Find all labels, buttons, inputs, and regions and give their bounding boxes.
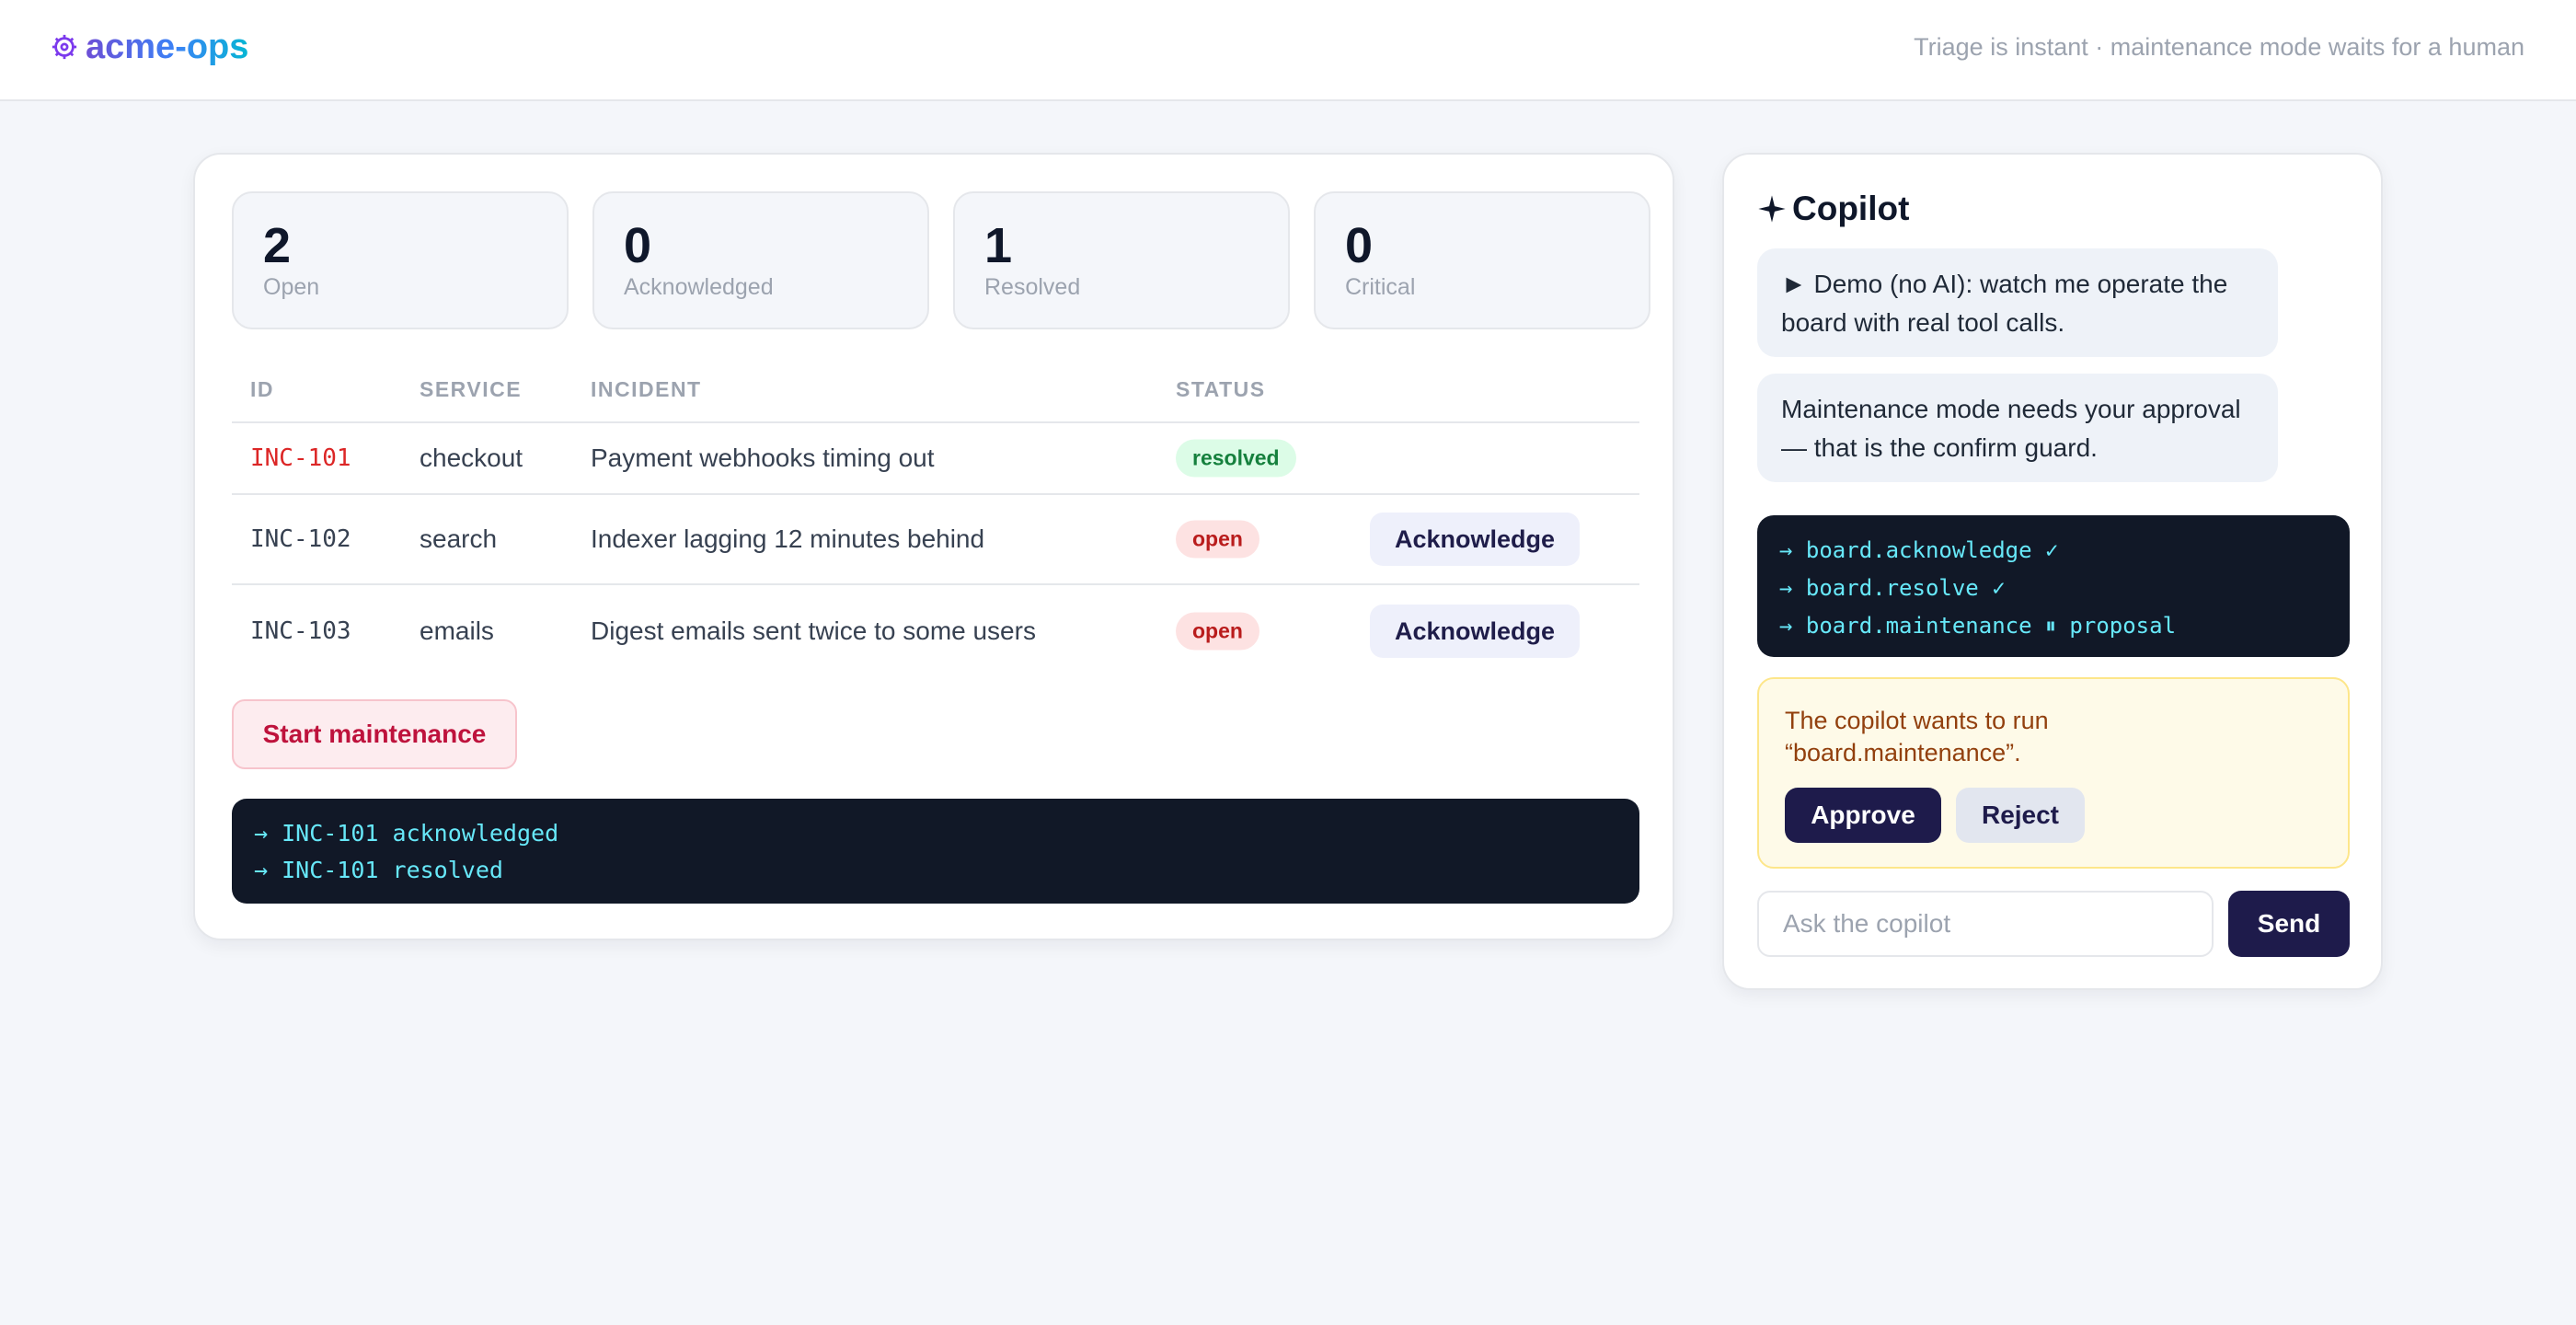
activity-log: → INC-101 acknowledged → INC-101 resolve… — [232, 799, 1639, 904]
approval-buttons: Approve Reject — [1785, 788, 2085, 843]
tool-call-line: → board.maintenance ⏸ proposal — [1779, 613, 2177, 639]
top-bar: acme-ops Triage is instant · maintenance… — [0, 0, 2576, 101]
incident-service: emails — [420, 616, 494, 645]
stat-acknowledged: 0 Acknowledged — [592, 191, 929, 329]
table-row: INC-101 checkout Payment webhooks timing… — [232, 423, 1639, 495]
status-badge: open — [1176, 612, 1259, 651]
tool-call-line: → board.resolve ✓ — [1779, 575, 2006, 601]
status-badge: open — [1176, 520, 1259, 559]
reject-button[interactable]: Reject — [1956, 788, 2085, 843]
stat-value: 2 — [263, 218, 292, 273]
table-header: ID SERVICE INCIDENT STATUS — [232, 364, 1639, 423]
brand[interactable]: acme-ops — [51, 24, 248, 70]
incident-title: Payment webhooks timing out — [591, 444, 935, 472]
incident-id: INC-103 — [250, 617, 351, 645]
acknowledge-button[interactable]: Acknowledge — [1370, 605, 1580, 658]
approve-button[interactable]: Approve — [1785, 788, 1941, 843]
tagline: Triage is instant · maintenance mode wai… — [1914, 33, 2524, 61]
stat-open: 2 Open — [232, 191, 569, 329]
stat-value: 0 — [1345, 218, 1374, 273]
send-button[interactable]: Send — [2228, 891, 2350, 957]
log-line: → INC-101 resolved — [254, 857, 503, 883]
gear-logo-icon — [52, 34, 77, 60]
incident-title: Digest emails sent twice to some users — [591, 616, 1036, 645]
column-header-status: STATUS — [1176, 377, 1266, 401]
stat-label: Resolved — [984, 274, 1081, 300]
status-badge: resolved — [1176, 439, 1296, 478]
acknowledge-button[interactable]: Acknowledge — [1370, 513, 1580, 566]
stat-label: Acknowledged — [624, 274, 774, 300]
column-header-service: SERVICE — [420, 377, 523, 401]
table-row: INC-103 emails Digest emails sent twice … — [232, 585, 1639, 677]
stats-row: 2 Open 0 Acknowledged 1 Resolved 0 Criti… — [232, 191, 1650, 329]
approval-text: The copilot wants to run “board.maintena… — [1785, 707, 2049, 766]
incident-board: 2 Open 0 Acknowledged 1 Resolved 0 Criti… — [193, 153, 1674, 940]
copilot-title-text: Copilot — [1792, 190, 1910, 227]
stat-label: Critical — [1345, 274, 1416, 300]
brand-name: acme-ops — [86, 27, 249, 66]
status-cell: resolved — [1176, 439, 1296, 478]
column-header-id: ID — [250, 377, 274, 401]
copilot-panel: Copilot ► Demo (no AI): watch me operate… — [1722, 153, 2383, 990]
tool-call-line: → board.acknowledge ✓ — [1779, 537, 2059, 563]
incident-id: INC-102 — [250, 525, 351, 553]
table-row: INC-102 search Indexer lagging 12 minute… — [232, 495, 1639, 585]
status-cell: open — [1176, 612, 1259, 651]
incident-table: ID SERVICE INCIDENT STATUS INC-101 check… — [232, 364, 1639, 677]
approval-card: The copilot wants to run “board.maintena… — [1757, 677, 2350, 869]
stat-value: 1 — [984, 218, 1013, 273]
start-maintenance-button[interactable]: Start maintenance — [232, 699, 517, 769]
stat-critical: 0 Critical — [1314, 191, 1650, 329]
incident-title: Indexer lagging 12 minutes behind — [591, 524, 985, 553]
status-cell: open — [1176, 520, 1259, 559]
stat-label: Open — [263, 274, 320, 300]
log-line: → INC-101 acknowledged — [254, 820, 559, 847]
incident-id: INC-101 — [250, 444, 351, 472]
copilot-input[interactable] — [1757, 891, 2214, 957]
copilot-message: Maintenance mode needs your approval — t… — [1757, 374, 2278, 482]
incident-service: search — [420, 524, 498, 553]
incident-service: checkout — [420, 444, 523, 472]
stat-resolved: 1 Resolved — [953, 191, 1290, 329]
sparkle-icon — [1758, 195, 1786, 223]
column-header-incident: INCIDENT — [591, 377, 702, 401]
action-cell: Acknowledge — [1370, 513, 1580, 566]
action-cell: Acknowledge — [1370, 605, 1580, 658]
copilot-title: Copilot — [1757, 190, 1909, 228]
tool-call-log: → board.acknowledge ✓ → board.resolve ✓ … — [1757, 515, 2350, 657]
stat-value: 0 — [624, 218, 652, 273]
copilot-message: ► Demo (no AI): watch me operate the boa… — [1757, 248, 2278, 357]
